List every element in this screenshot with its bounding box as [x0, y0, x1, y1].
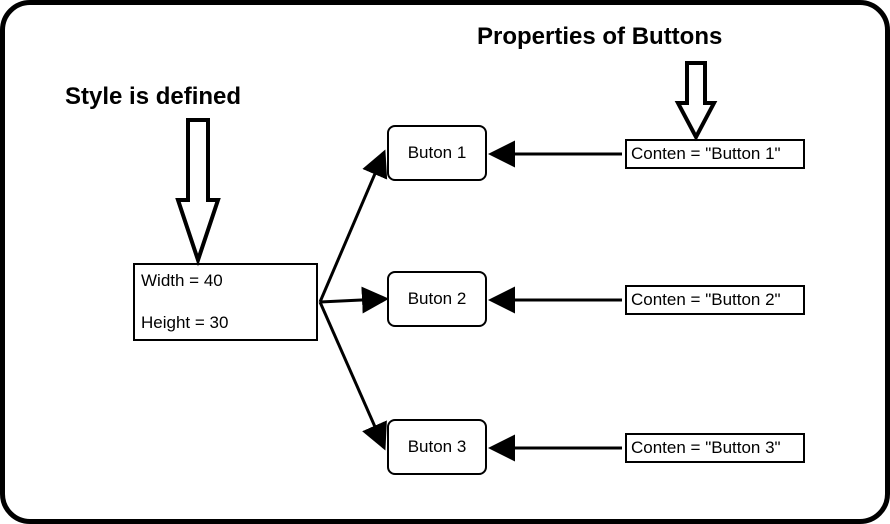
- content-3-text: Conten = "Button 3": [631, 438, 781, 458]
- arrow-style-to-button1: [320, 155, 383, 302]
- content-3-box: Conten = "Button 3": [625, 433, 805, 463]
- style-height-text: Height = 30: [141, 313, 310, 333]
- content-2-text: Conten = "Button 2": [631, 290, 781, 310]
- arrow-style-to-button3: [320, 302, 383, 445]
- down-arrow-props-icon: [678, 63, 714, 137]
- style-width-text: Width = 40: [141, 271, 310, 291]
- diagram-frame: Style is defined Properties of Buttons W…: [0, 0, 890, 524]
- label-style-defined: Style is defined: [65, 83, 241, 111]
- button-1-box: Buton 1: [387, 125, 487, 181]
- content-2-box: Conten = "Button 2": [625, 285, 805, 315]
- button-2-box: Buton 2: [387, 271, 487, 327]
- style-definition-box: Width = 40 Height = 30: [133, 263, 318, 341]
- button-3-box: Buton 3: [387, 419, 487, 475]
- arrow-style-to-button2: [320, 299, 383, 302]
- label-properties-of-buttons: Properties of Buttons: [477, 23, 722, 51]
- content-1-box: Conten = "Button 1": [625, 139, 805, 169]
- content-1-text: Conten = "Button 1": [631, 144, 781, 164]
- down-arrow-style-icon: [178, 120, 218, 260]
- button-1-label: Buton 1: [408, 143, 467, 163]
- button-3-label: Buton 3: [408, 437, 467, 457]
- button-2-label: Buton 2: [408, 289, 467, 309]
